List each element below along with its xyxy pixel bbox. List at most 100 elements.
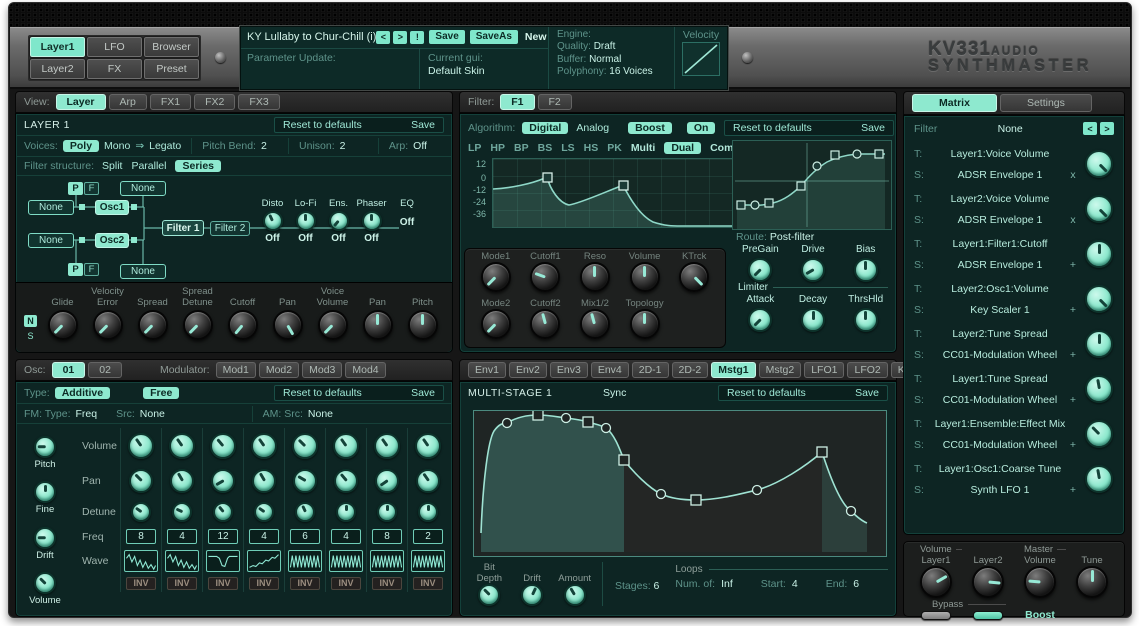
save-button[interactable]: Save: [855, 387, 879, 399]
ftype-hp[interactable]: HP: [490, 142, 505, 154]
boost-label[interactable]: Boost: [1025, 609, 1055, 621]
reset-defaults-button[interactable]: Reset to defaults: [283, 387, 362, 399]
source-value[interactable]: ADSR Envelope 1: [934, 214, 1066, 226]
tab-env4[interactable]: Env4: [591, 362, 629, 378]
mod-slot-top[interactable]: None: [120, 181, 166, 196]
knob[interactable]: [1085, 285, 1113, 313]
source-value[interactable]: Key Scaler 1: [934, 304, 1066, 316]
fstruct-split[interactable]: Split: [102, 160, 122, 172]
knob[interactable]: [211, 469, 235, 493]
knob[interactable]: [1085, 150, 1113, 178]
target-value[interactable]: Layer1:Ensemble:Effect Mix: [934, 418, 1066, 430]
knob[interactable]: [1085, 195, 1113, 223]
saveas-button[interactable]: SaveAs: [470, 30, 518, 44]
bypass-layer1-toggle[interactable]: [921, 611, 951, 620]
preset-alert-button[interactable]: !: [410, 31, 424, 44]
tab-fx3[interactable]: FX3: [238, 94, 279, 110]
knob[interactable]: [580, 309, 610, 339]
target-value[interactable]: Layer2:Osc1:Volume: [934, 283, 1066, 295]
mod-slot-bottom[interactable]: None: [120, 264, 166, 279]
source-value[interactable]: CC01-Modulation Wheel: [934, 394, 1066, 406]
knob[interactable]: [481, 309, 511, 339]
stages-value[interactable]: 6: [654, 580, 660, 592]
tab-f2[interactable]: F2: [538, 94, 572, 110]
nav-layer1[interactable]: Layer1: [30, 37, 85, 57]
knob[interactable]: [630, 309, 660, 339]
knob[interactable]: [1085, 420, 1113, 448]
eq-value[interactable]: Off: [400, 217, 414, 229]
knob[interactable]: [129, 469, 153, 493]
filter1-box[interactable]: Filter 1: [162, 220, 204, 236]
mod-slot-osc1[interactable]: None: [28, 200, 74, 215]
quality-value[interactable]: Draft: [594, 41, 616, 52]
knob[interactable]: [334, 469, 358, 493]
tab-mstg2[interactable]: Mstg2: [759, 362, 802, 378]
knob[interactable]: [415, 433, 441, 459]
fm-type-value[interactable]: Freq: [76, 408, 98, 420]
op-value[interactable]: +: [1066, 304, 1080, 316]
mod-slot-osc2[interactable]: None: [28, 233, 74, 248]
knob[interactable]: [801, 258, 825, 282]
knob[interactable]: [183, 310, 213, 340]
knob[interactable]: [34, 572, 56, 594]
op-value[interactable]: +: [1066, 349, 1080, 361]
fx-value[interactable]: Off: [364, 233, 378, 245]
invert-button[interactable]: INV: [167, 577, 197, 590]
freq-value[interactable]: 12: [208, 529, 238, 544]
op-value[interactable]: +: [1066, 439, 1080, 451]
knob[interactable]: [1085, 465, 1113, 493]
source-value[interactable]: ADSR Envelope 1: [934, 169, 1066, 181]
knob[interactable]: [854, 258, 878, 282]
tab-fx2[interactable]: FX2: [194, 94, 235, 110]
op-value[interactable]: +: [1066, 394, 1080, 406]
fstruct-parallel[interactable]: Parallel: [131, 160, 166, 172]
target-value[interactable]: Layer2:Tune Spread: [934, 328, 1066, 340]
tab-02[interactable]: 02: [88, 362, 122, 378]
tab-env3[interactable]: Env3: [550, 362, 588, 378]
knob[interactable]: [1085, 375, 1113, 403]
target-value[interactable]: Layer2:Voice Volume: [934, 193, 1066, 205]
nav-layer2[interactable]: Layer2: [30, 59, 85, 79]
source-value[interactable]: Synth LFO 1: [934, 484, 1066, 496]
fm-src-value[interactable]: None: [140, 408, 165, 420]
osc-type-value[interactable]: Additive: [55, 387, 110, 399]
knob[interactable]: [128, 433, 154, 459]
freq-value[interactable]: 8: [126, 529, 156, 544]
knob[interactable]: [93, 310, 123, 340]
knob[interactable]: [374, 433, 400, 459]
freq-value[interactable]: 4: [331, 529, 361, 544]
polyphony-value[interactable]: 16 Voices: [609, 66, 652, 77]
knob[interactable]: [580, 262, 610, 292]
knob[interactable]: [336, 502, 356, 522]
ftype-multi[interactable]: Multi: [631, 142, 656, 154]
waveshaper-graph[interactable]: [732, 140, 892, 230]
knob[interactable]: [972, 566, 1004, 598]
knob[interactable]: [920, 566, 952, 598]
knob[interactable]: [213, 502, 233, 522]
alg-digital[interactable]: Digital: [522, 122, 568, 134]
knob[interactable]: [131, 502, 151, 522]
fx-value[interactable]: Off: [331, 233, 345, 245]
f-button[interactable]: F: [84, 182, 99, 195]
knob[interactable]: [254, 502, 274, 522]
invert-button[interactable]: INV: [413, 577, 443, 590]
knob[interactable]: [34, 436, 56, 458]
nav-preset[interactable]: Preset: [144, 59, 199, 79]
knob[interactable]: [630, 262, 660, 292]
tab-env1[interactable]: Env1: [468, 362, 506, 378]
envelope-graph[interactable]: [473, 410, 887, 557]
reset-defaults-button[interactable]: Reset to defaults: [733, 122, 812, 134]
knob[interactable]: [329, 211, 349, 231]
op-value[interactable]: +: [1066, 484, 1080, 496]
nav-lfo[interactable]: LFO: [87, 37, 142, 57]
source-value[interactable]: ADSR Envelope 1: [934, 259, 1066, 271]
ftype-ls[interactable]: LS: [561, 142, 574, 154]
tab-layer[interactable]: Layer: [56, 94, 106, 110]
tab-arp[interactable]: Arp: [109, 94, 147, 110]
op-value[interactable]: +: [1066, 259, 1080, 271]
knob[interactable]: [375, 469, 399, 493]
tab-fx1[interactable]: FX1: [150, 94, 191, 110]
filter2-box[interactable]: Filter 2: [210, 221, 250, 236]
p-button[interactable]: P: [68, 182, 83, 195]
wave-display[interactable]: [370, 550, 404, 572]
